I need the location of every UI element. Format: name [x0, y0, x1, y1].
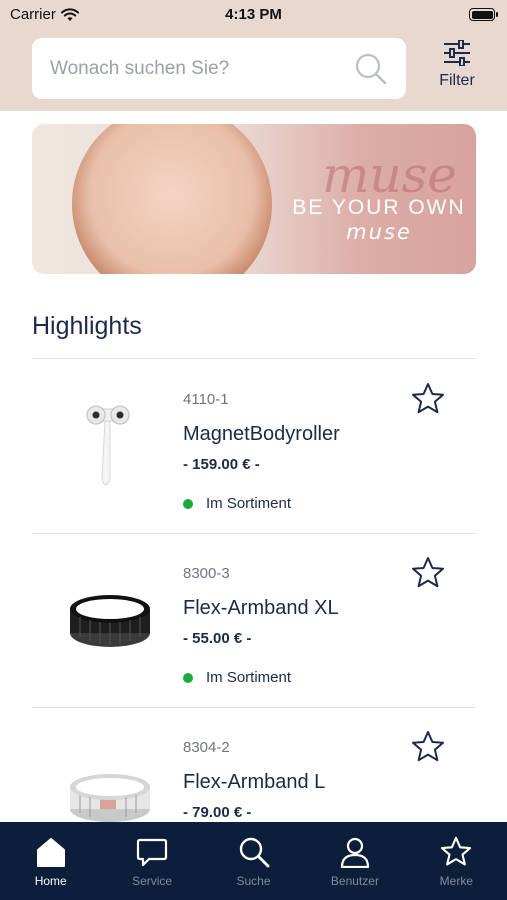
tab-label: Merke [439, 874, 473, 888]
banner-subline: muse [346, 220, 412, 244]
search-box[interactable] [32, 38, 406, 99]
black-bracelet-image [32, 533, 182, 707]
availability-label: Im Sortiment [206, 495, 292, 512]
search-input[interactable] [50, 38, 350, 99]
tab-label: Service [132, 874, 173, 888]
product-sku: 4110-1 [183, 391, 229, 408]
product-name: Flex-Armband XL [183, 597, 339, 619]
availability-status: Im Sortiment [183, 669, 291, 686]
product-price: - 55.00 € - [183, 630, 252, 647]
tab-search[interactable]: Suche [203, 822, 304, 900]
filter-label: Filter [439, 72, 475, 89]
product-name: MagnetBodyroller [183, 423, 340, 445]
favorite-star-icon[interactable] [410, 555, 446, 591]
tab-label: Suche [236, 874, 271, 888]
favorite-star-icon[interactable] [410, 729, 446, 765]
header: Carrier 4:13 PM Filter [0, 0, 507, 111]
product-price: - 79.00 € - [183, 804, 252, 821]
filter-button[interactable]: Filter [428, 40, 486, 98]
status-bar: Carrier 4:13 PM [0, 0, 507, 30]
availability-label: Im Sortiment [206, 669, 292, 686]
sliders-icon [444, 40, 470, 66]
tab-favorites[interactable]: Merke [406, 822, 507, 900]
tab-label: Benutzer [330, 874, 379, 888]
product-card[interactable]: 4110-1 MagnetBodyroller - 159.00 € - Im … [32, 359, 476, 533]
in-stock-dot-icon [183, 498, 193, 509]
tab-service[interactable]: Service [101, 822, 202, 900]
product-name: Flex-Armband L [183, 771, 326, 793]
product-card[interactable]: 8300-3 Flex-Armband XL - 55.00 € - Im So… [32, 533, 476, 707]
star-icon [441, 836, 472, 866]
product-sku: 8304-2 [183, 739, 230, 756]
product-price: - 159.00 € - [183, 456, 260, 473]
tab-label: Home [34, 874, 67, 888]
search-icon [239, 837, 269, 868]
user-icon [340, 837, 370, 868]
in-stock-dot-icon [183, 672, 193, 683]
product-sku: 8300-3 [183, 565, 230, 582]
section-title: Highlights [32, 312, 142, 340]
banner-headline: BE YOUR OWN [292, 196, 466, 219]
tab-bar: Home Service Suche Benutzer Merke [0, 822, 507, 900]
battery-icon [469, 8, 498, 21]
chat-bubble-icon [137, 838, 168, 867]
availability-status: Im Sortiment [183, 495, 291, 512]
promo-banner[interactable]: muse BE YOUR OWN muse [32, 124, 476, 274]
tab-user[interactable]: Benutzer [304, 822, 405, 900]
model-portrait-image [72, 124, 272, 274]
search-icon[interactable] [354, 52, 388, 86]
home-icon [36, 838, 65, 867]
favorite-star-icon[interactable] [410, 381, 446, 417]
status-time: 4:13 PM [225, 6, 282, 23]
bodyroller-image [32, 359, 182, 533]
tab-home[interactable]: Home [0, 822, 101, 900]
